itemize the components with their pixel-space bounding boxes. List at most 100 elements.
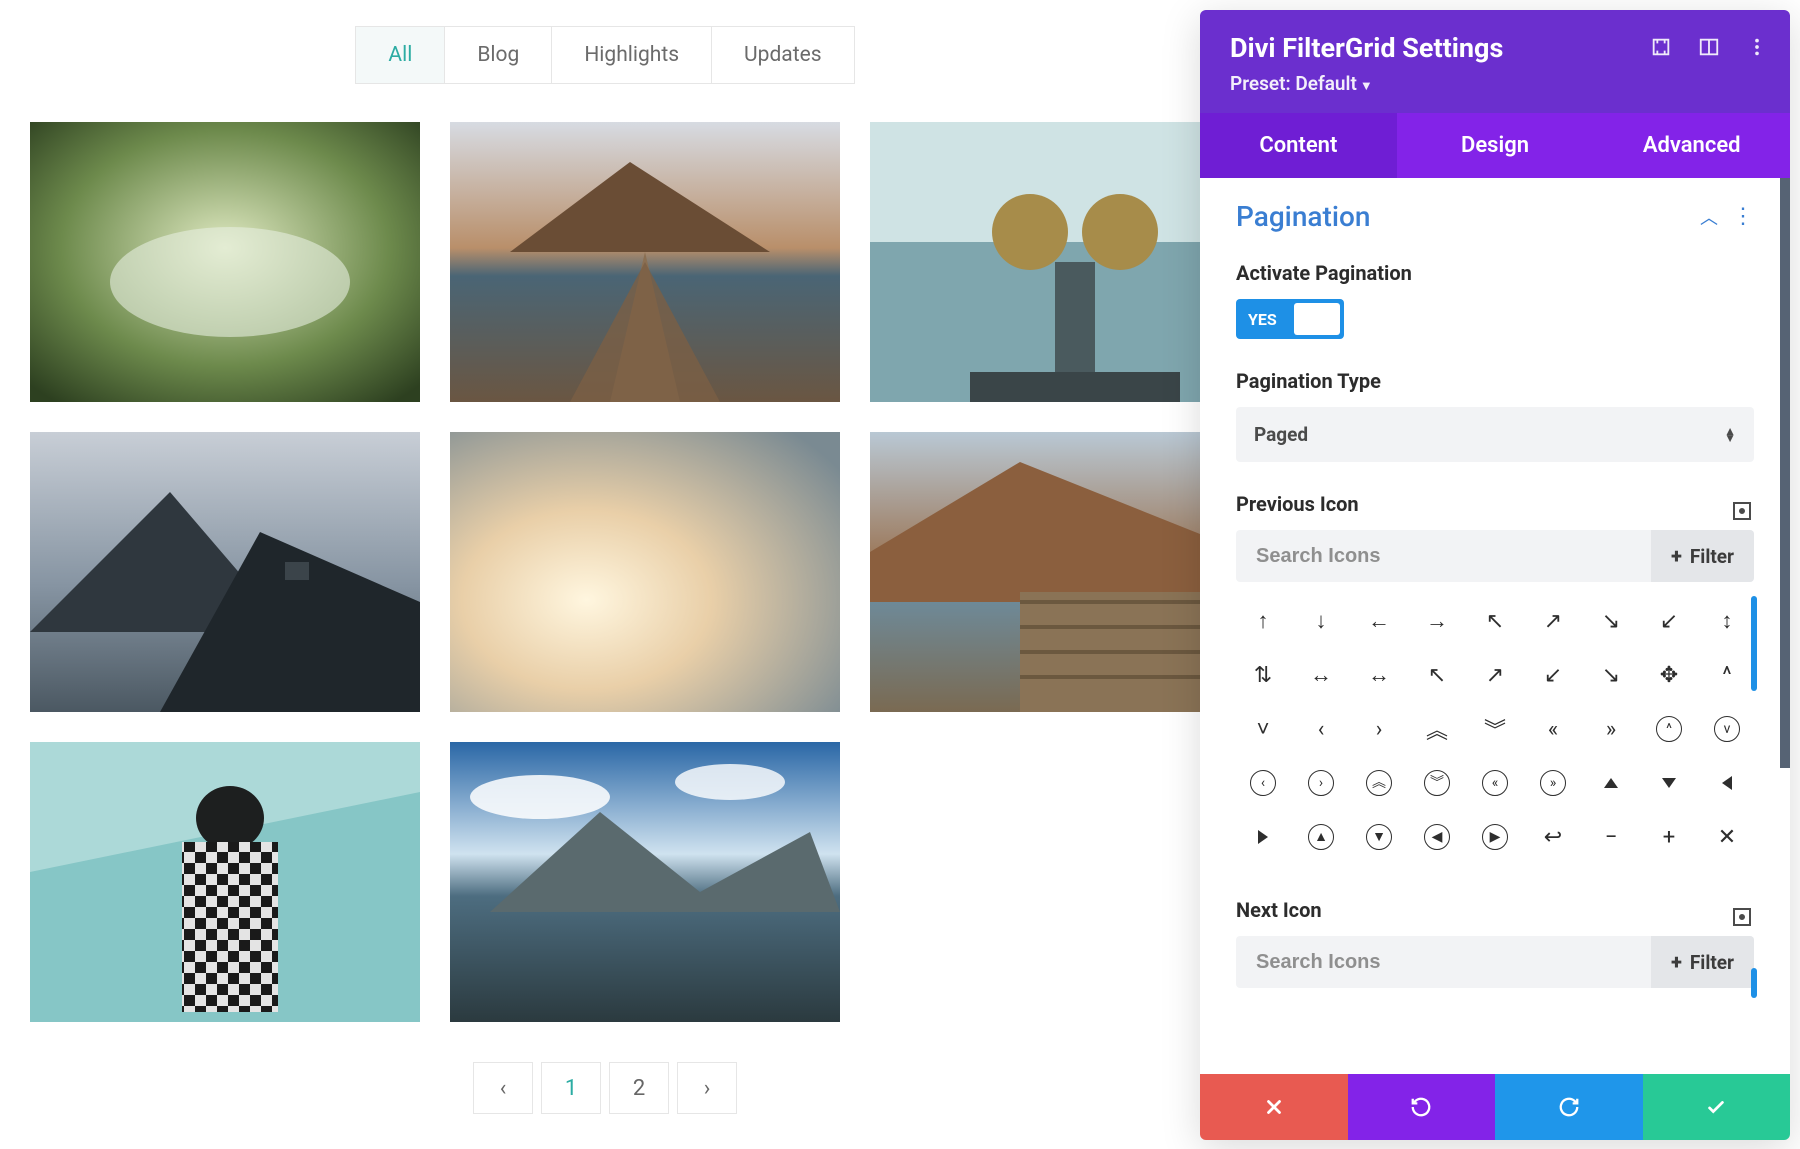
previous-icon-grid: ↑↓←→↖↗↘↙↕⇅↔↔↖↗↙↘✥^˅‹›︽︾«»^v‹›︽︾«»▲▼◀▶↩−+… [1236, 596, 1754, 862]
icon-option[interactable]: » [1584, 704, 1638, 754]
icon-option[interactable]: ‹ [1294, 704, 1348, 754]
icon-option[interactable]: ▼ [1366, 824, 1392, 850]
section-pagination-head[interactable]: Pagination ︿ ⋮ [1236, 200, 1754, 233]
scrollbar-thumb[interactable] [1780, 178, 1790, 768]
field-activate-pagination: Activate Pagination YES [1236, 261, 1754, 339]
columns-icon[interactable] [1698, 36, 1720, 58]
search-icons-input[interactable] [1236, 951, 1651, 974]
filter-tab-blog[interactable]: Blog [445, 26, 552, 84]
icon-option[interactable]: ↖ [1468, 596, 1522, 646]
filter-button[interactable]: + Filter [1651, 936, 1754, 988]
icon-option[interactable] [1236, 812, 1290, 862]
panel-footer [1200, 1074, 1790, 1140]
pagination-type-label: Pagination Type [1236, 369, 1754, 393]
icon-option[interactable]: « [1482, 770, 1508, 796]
field-pagination-type: Pagination Type Paged ▲▼ [1236, 369, 1754, 462]
icon-option[interactable]: ↑ [1236, 596, 1290, 646]
icon-option[interactable]: ↓ [1294, 596, 1348, 646]
icon-option[interactable]: ◀ [1424, 824, 1450, 850]
panel-tabs: Content Design Advanced [1200, 113, 1790, 178]
icon-option[interactable]: ˅ [1236, 704, 1290, 754]
icon-option[interactable]: + [1642, 812, 1696, 862]
icon-option[interactable]: ︽ [1366, 770, 1392, 796]
reset-icon[interactable] [1730, 499, 1754, 523]
grid-thumb[interactable] [450, 742, 840, 1022]
icon-option[interactable]: ↕ [1700, 596, 1754, 646]
scrollbar-thumb[interactable] [1751, 596, 1757, 691]
next-icon-label: Next Icon [1236, 898, 1322, 922]
filter-tab-highlights[interactable]: Highlights [552, 26, 712, 84]
icon-option[interactable]: ↗ [1468, 650, 1522, 700]
icon-option[interactable]: ^ [1656, 716, 1682, 742]
icon-option[interactable]: ︾ [1424, 770, 1450, 796]
grid-thumb[interactable] [450, 122, 840, 402]
previous-icon-search: + Filter [1236, 530, 1754, 582]
icon-option[interactable]: ↔ [1294, 650, 1348, 700]
icon-option[interactable]: ↖ [1410, 650, 1464, 700]
grid-thumb[interactable] [30, 122, 420, 402]
icon-option[interactable] [1584, 758, 1638, 808]
previous-icon-label: Previous Icon [1236, 492, 1359, 516]
filter-tab-updates[interactable]: Updates [712, 26, 855, 84]
expand-icon[interactable] [1650, 36, 1672, 58]
redo-button[interactable] [1495, 1074, 1643, 1140]
icon-option[interactable]: − [1584, 812, 1638, 862]
icon-option[interactable] [1700, 758, 1754, 808]
icon-option[interactable]: → [1410, 596, 1464, 646]
icon-option[interactable]: » [1540, 770, 1566, 796]
settings-panel: Divi FilterGrid Settings Preset: Default… [1200, 10, 1790, 1140]
save-button[interactable] [1643, 1074, 1791, 1140]
scrollbar-thumb[interactable] [1751, 968, 1757, 998]
filter-tab-all[interactable]: All [355, 26, 445, 84]
cancel-button[interactable] [1200, 1074, 1348, 1140]
gallery-area: All Blog Highlights Updates [30, 26, 1180, 1114]
grid-thumb[interactable] [30, 742, 420, 1022]
pagination-type-select[interactable]: Paged ▲▼ [1236, 407, 1754, 462]
reset-icon[interactable] [1730, 905, 1754, 929]
sort-icon: ▲▼ [1724, 428, 1736, 441]
icon-option[interactable]: ↩ [1526, 812, 1580, 862]
icon-option[interactable]: › [1352, 704, 1406, 754]
icon-option[interactable]: ↙ [1642, 596, 1696, 646]
icon-option[interactable]: ↔ [1352, 650, 1406, 700]
pagination-page-2[interactable]: 2 [609, 1062, 669, 1114]
grid-thumb[interactable] [450, 432, 840, 712]
icon-option[interactable]: ← [1352, 596, 1406, 646]
image-grid [30, 122, 1180, 1022]
pagination-next[interactable]: › [677, 1062, 737, 1114]
icon-option[interactable]: « [1526, 704, 1580, 754]
icon-option[interactable]: ▶ [1482, 824, 1508, 850]
pagination-page-1[interactable]: 1 [541, 1062, 601, 1114]
icon-option[interactable]: ↙ [1526, 650, 1580, 700]
filter-button[interactable]: + Filter [1651, 530, 1754, 582]
icon-option[interactable]: ↘ [1584, 596, 1638, 646]
field-previous-icon: Previous Icon + Filter ↑↓←→↖↗↘↙↕⇅↔↔↖↗↙↘✥… [1236, 492, 1754, 862]
icon-option[interactable]: ‹ [1250, 770, 1276, 796]
panel-body: Pagination ︿ ⋮ Activate Pagination YES P… [1200, 178, 1790, 1074]
icon-option[interactable]: ↘ [1584, 650, 1638, 700]
kebab-icon[interactable]: ⋮ [1732, 204, 1754, 229]
kebab-icon[interactable] [1746, 36, 1768, 58]
activate-pagination-toggle[interactable]: YES [1236, 299, 1344, 339]
icon-option[interactable]: ^ [1700, 650, 1754, 700]
icon-option[interactable]: ✥ [1642, 650, 1696, 700]
icon-option[interactable]: › [1308, 770, 1334, 796]
tab-content[interactable]: Content [1200, 113, 1397, 178]
search-icons-input[interactable] [1236, 545, 1651, 568]
pagination: ‹ 1 2 › [30, 1062, 1180, 1114]
grid-thumb[interactable] [30, 432, 420, 712]
icon-option[interactable]: ︽ [1410, 704, 1464, 754]
tab-design[interactable]: Design [1397, 113, 1594, 178]
icon-option[interactable]: ⇅ [1236, 650, 1290, 700]
chevron-up-icon[interactable]: ︿ [1700, 204, 1718, 230]
icon-option[interactable]: ▲ [1308, 824, 1334, 850]
tab-advanced[interactable]: Advanced [1593, 113, 1790, 178]
icon-option[interactable]: ︾ [1468, 704, 1522, 754]
icon-option[interactable]: ✕ [1700, 812, 1754, 862]
icon-option[interactable]: v [1714, 716, 1740, 742]
icon-option[interactable]: ↗ [1526, 596, 1580, 646]
icon-option[interactable] [1642, 758, 1696, 808]
pagination-prev[interactable]: ‹ [473, 1062, 533, 1114]
preset-selector[interactable]: Preset: Default▼ [1230, 72, 1760, 95]
undo-button[interactable] [1348, 1074, 1496, 1140]
